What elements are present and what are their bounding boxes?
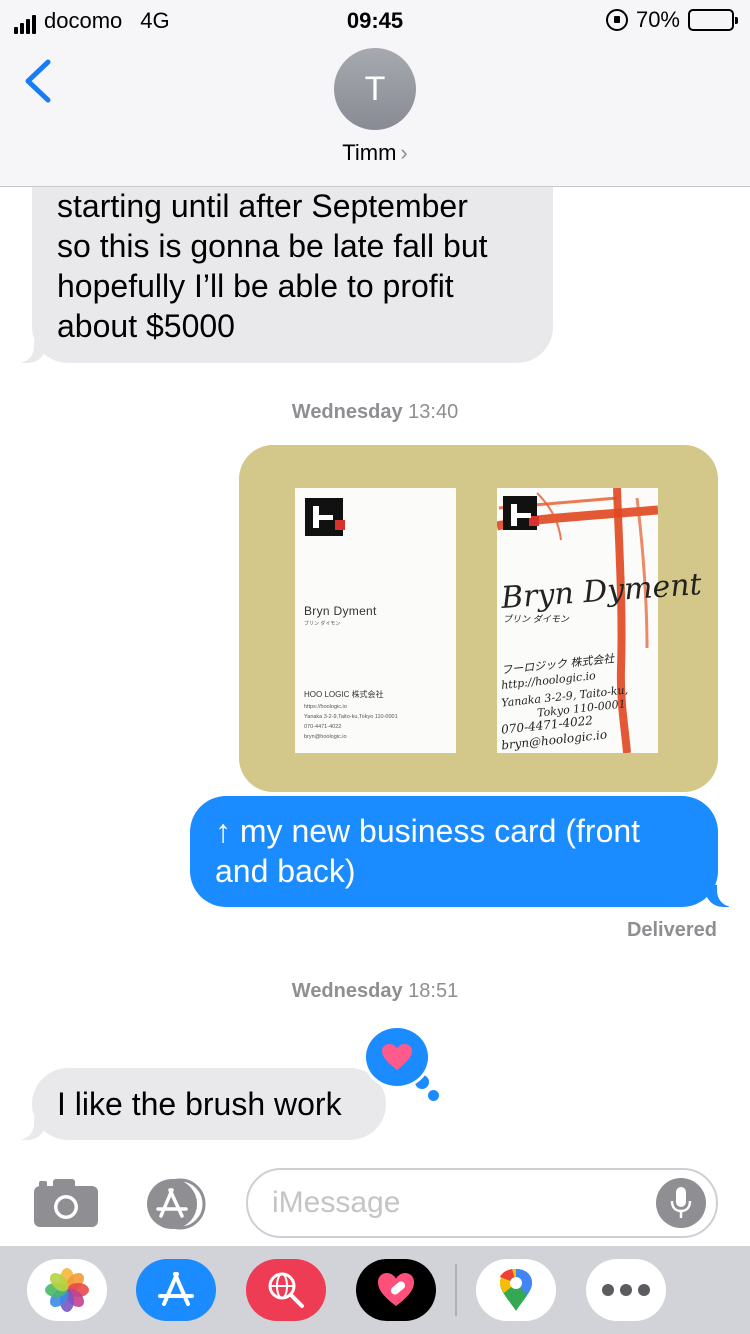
tapback-heart[interactable] bbox=[363, 1025, 431, 1089]
message-bubble-received[interactable]: I like the brush work bbox=[32, 1068, 386, 1140]
microphone-icon bbox=[670, 1187, 692, 1218]
message-text: ↑ my new business card (front and back) bbox=[215, 813, 641, 889]
message-text: I like the brush work bbox=[57, 1086, 342, 1122]
drawer-divider bbox=[455, 1264, 457, 1316]
contact-name: Timm bbox=[342, 140, 397, 165]
tapback-bubble-dot bbox=[428, 1090, 439, 1101]
camera-icon bbox=[34, 1179, 98, 1227]
google-maps-app-button[interactable] bbox=[476, 1259, 556, 1321]
map-pin-icon bbox=[500, 1269, 532, 1311]
message-text: starting until after September so this i… bbox=[57, 188, 488, 344]
more-icon bbox=[602, 1284, 650, 1296]
web-search-app-button[interactable] bbox=[246, 1259, 326, 1321]
timestamp-time: 13:40 bbox=[408, 401, 459, 423]
app-store-button[interactable] bbox=[140, 1178, 212, 1230]
card-phone: 070-4471-4022 bbox=[304, 724, 342, 730]
card-name-kana: ブリン ダイモン bbox=[304, 621, 341, 627]
card-email: bryn@hoologic.io bbox=[304, 734, 347, 740]
hoologic-logo-back bbox=[503, 496, 539, 530]
card-name: Bryn Dyment bbox=[304, 604, 377, 618]
bubble-tail bbox=[10, 1114, 46, 1140]
conversation-header: docomo 4G 09:45 70% T Timm › bbox=[0, 0, 750, 187]
timestamp-day: Wednesday bbox=[291, 980, 403, 1002]
timestamp-time: 18:51 bbox=[408, 980, 459, 1002]
app-store-icon bbox=[147, 1178, 206, 1230]
card-back-kana: ブリン ダイモン bbox=[503, 615, 569, 625]
status-bar: docomo 4G 09:45 70% bbox=[0, 0, 750, 40]
heart-touch-icon bbox=[378, 1273, 414, 1306]
globe-search-icon bbox=[268, 1272, 304, 1308]
contact-avatar[interactable]: T bbox=[334, 48, 416, 130]
image-attachment[interactable]: Bryn Dyment ブリン ダイモン HOO LOGIC 株式会社 http… bbox=[239, 445, 718, 792]
contact-name-button[interactable]: Timm › bbox=[0, 140, 750, 166]
app-store-app-button[interactable] bbox=[136, 1259, 216, 1321]
battery-icon bbox=[688, 9, 738, 31]
avatar-initial: T bbox=[364, 69, 386, 108]
timestamp: Wednesday 13:40 bbox=[0, 401, 750, 424]
dictation-button[interactable] bbox=[656, 1178, 706, 1228]
rotation-lock-icon bbox=[605, 9, 628, 31]
camera-button[interactable] bbox=[33, 1176, 99, 1228]
photos-icon bbox=[45, 1268, 89, 1312]
message-bubble-sent[interactable]: ↑ my new business card (front and back) bbox=[190, 796, 718, 907]
back-button[interactable] bbox=[22, 58, 58, 104]
timestamp-day: Wednesday bbox=[291, 401, 403, 423]
card-address: Yanaka 3-2-9,Taito-ku,Tokyo 110-0001 bbox=[304, 714, 398, 720]
business-card-back: Bryn Dyment ブリン ダイモン フーロジック 株式会社 http://… bbox=[497, 488, 703, 753]
heart-icon bbox=[382, 1044, 412, 1070]
message-input[interactable] bbox=[246, 1168, 718, 1238]
imessage-app-drawer bbox=[0, 1246, 750, 1334]
business-card-front: Bryn Dyment ブリン ダイモン HOO LOGIC 株式会社 http… bbox=[295, 488, 456, 753]
bubble-tail bbox=[705, 881, 741, 907]
chevron-right-icon: › bbox=[400, 140, 408, 165]
compose-bar bbox=[0, 1160, 750, 1246]
app-store-icon bbox=[158, 1272, 194, 1306]
digital-touch-app-button[interactable] bbox=[356, 1259, 436, 1321]
timestamp: Wednesday 18:51 bbox=[0, 980, 750, 1003]
delivered-status: Delivered bbox=[626, 919, 717, 941]
more-apps-button[interactable] bbox=[586, 1259, 666, 1321]
battery-percent: 70% bbox=[635, 7, 680, 32]
photos-app-button[interactable] bbox=[27, 1259, 107, 1321]
chevron-left-icon bbox=[25, 59, 51, 103]
card-website: https://hoologic.io bbox=[304, 704, 347, 710]
hoologic-logo bbox=[305, 498, 345, 536]
card-company: HOO LOGIC 株式会社 bbox=[304, 690, 384, 699]
bubble-tail bbox=[10, 337, 46, 363]
